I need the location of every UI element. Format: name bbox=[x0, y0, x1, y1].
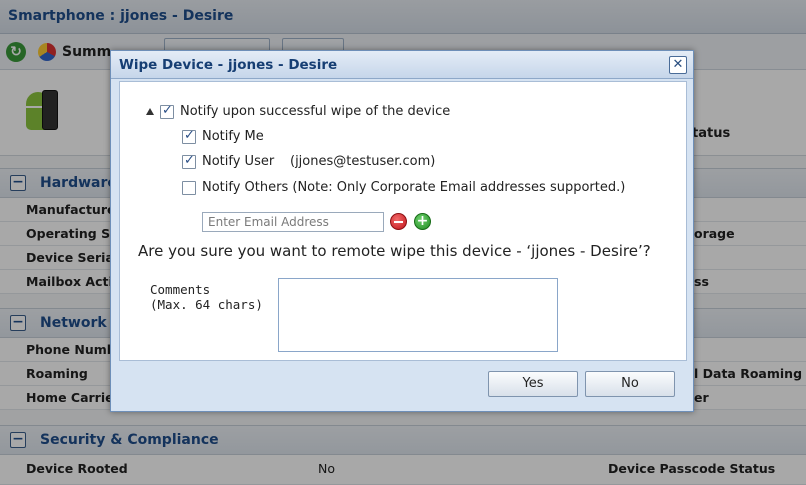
no-button[interactable]: No bbox=[585, 371, 675, 397]
comments-textarea[interactable] bbox=[278, 278, 558, 352]
notify-success-checkbox[interactable] bbox=[160, 103, 174, 119]
comments-label-line1: Comments bbox=[150, 282, 211, 297]
expand-triangle-icon[interactable] bbox=[146, 108, 154, 115]
dialog-title-bar: Wipe Device - jjones - Desire ✕ bbox=[111, 51, 693, 79]
confirm-question: Are you sure you want to remote wipe thi… bbox=[138, 242, 651, 260]
dialog-title: Wipe Device - jjones - Desire bbox=[119, 57, 338, 73]
comments-label: Comments (Max. 64 chars) bbox=[150, 282, 263, 312]
yes-button[interactable]: Yes bbox=[488, 371, 578, 397]
remove-email-icon[interactable] bbox=[390, 213, 407, 230]
notify-others-checkbox[interactable] bbox=[182, 181, 196, 195]
notify-me-label: Notify Me bbox=[202, 129, 264, 144]
close-icon[interactable]: ✕ bbox=[669, 56, 687, 74]
add-email-icon[interactable]: + bbox=[414, 213, 431, 230]
wipe-device-dialog: Wipe Device - jjones - Desire ✕ Notify u… bbox=[110, 50, 694, 412]
comments-label-line2: (Max. 64 chars) bbox=[150, 297, 263, 312]
dialog-body: Notify upon successful wipe of the devic… bbox=[119, 81, 687, 361]
notify-success-label: Notify upon successful wipe of the devic… bbox=[180, 104, 451, 119]
notify-user-label: Notify User bbox=[202, 154, 275, 169]
email-address-input[interactable] bbox=[202, 212, 384, 232]
notify-others-label: Notify Others (Note: Only Corporate Emai… bbox=[202, 180, 626, 195]
notify-me-checkbox[interactable] bbox=[182, 128, 196, 144]
notify-user-checkbox[interactable] bbox=[182, 153, 196, 169]
notify-user-email: (jjones@testuser.com) bbox=[290, 154, 436, 169]
